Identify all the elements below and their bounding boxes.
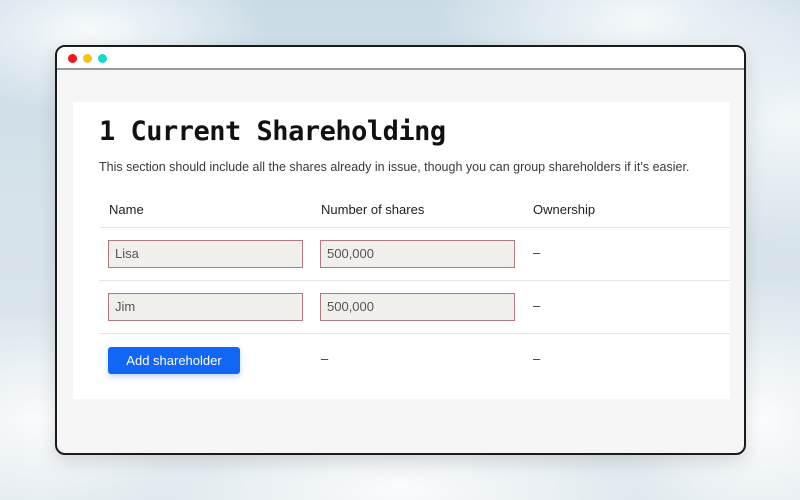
table-row: Jim 500,000 – xyxy=(99,281,730,334)
shareholder-name-input[interactable]: Jim xyxy=(108,293,303,321)
total-shares-value: – xyxy=(321,351,329,366)
add-shareholder-button[interactable]: Add shareholder xyxy=(108,347,240,374)
table-header-row: Name Number of shares Ownership xyxy=(99,190,730,228)
maximize-icon[interactable] xyxy=(98,54,107,63)
header-name: Name xyxy=(109,202,144,217)
page-title: 1 Current Shareholding xyxy=(99,116,446,147)
shares-input[interactable]: 500,000 xyxy=(320,240,515,268)
minimize-icon[interactable] xyxy=(83,54,92,63)
shareholder-name-input[interactable]: Lisa xyxy=(108,240,303,268)
shareholding-panel: 1 Current Shareholding This section shou… xyxy=(73,102,730,399)
shareholder-table: Name Number of shares Ownership Lisa 500… xyxy=(99,190,730,387)
total-ownership-value: – xyxy=(533,351,541,366)
ownership-value: – xyxy=(533,245,541,260)
table-row: Lisa 500,000 – xyxy=(99,228,730,281)
section-description: This section should include all the shar… xyxy=(99,160,690,174)
header-ownership: Ownership xyxy=(533,202,596,217)
shares-input[interactable]: 500,000 xyxy=(320,293,515,321)
browser-window: 1 Current Shareholding This section shou… xyxy=(55,45,746,455)
header-number-of-shares: Number of shares xyxy=(321,202,425,217)
ownership-value: – xyxy=(533,298,541,313)
window-titlebar xyxy=(57,47,744,70)
table-footer-row: Add shareholder – – xyxy=(99,334,730,387)
close-icon[interactable] xyxy=(68,54,77,63)
